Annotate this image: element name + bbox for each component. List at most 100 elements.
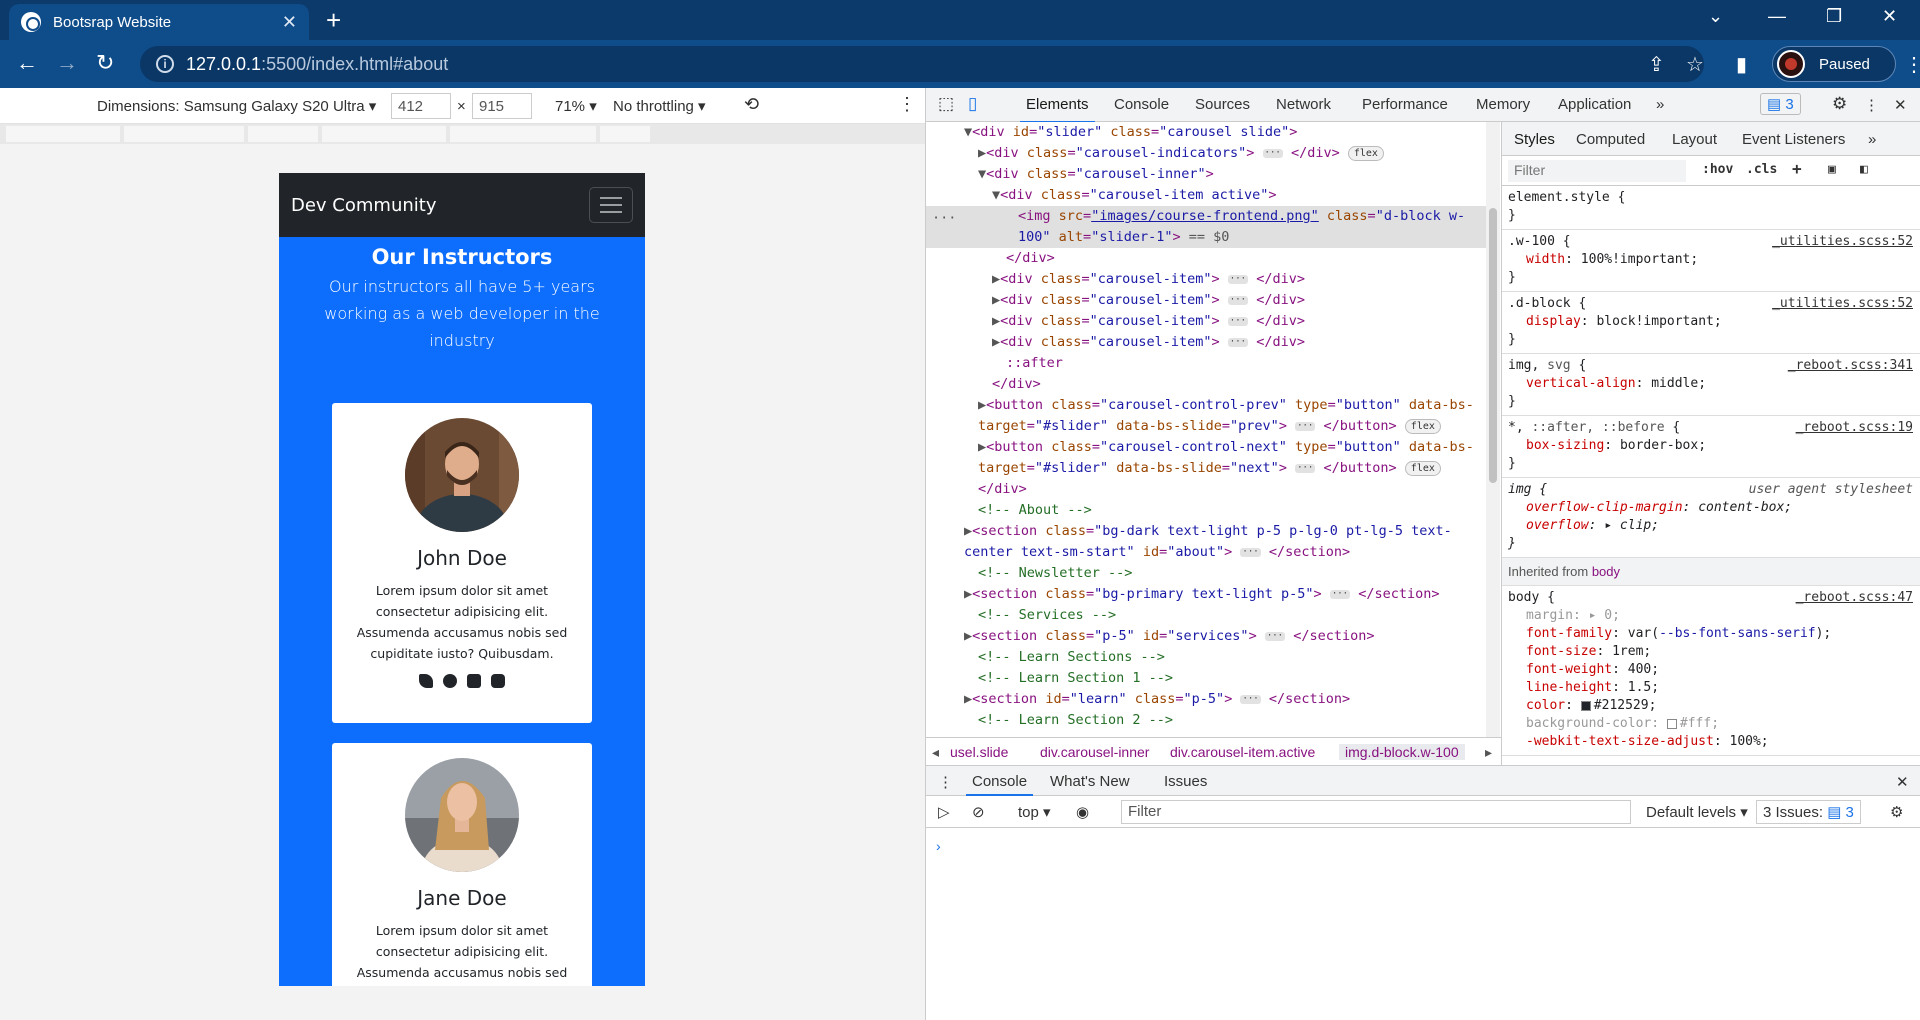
- tab-event-listeners[interactable]: Event Listeners: [1742, 131, 1845, 148]
- elements-scrollbar[interactable]: [1486, 122, 1500, 737]
- styles-filter-input[interactable]: Filter: [1508, 160, 1686, 182]
- style-rule[interactable]: _utilities.scss:52 .d-block {display: blo…: [1502, 292, 1920, 354]
- zoom-select[interactable]: 71% ▾: [555, 97, 597, 115]
- tab-computed[interactable]: Computed: [1576, 131, 1645, 148]
- instagram-icon[interactable]: [491, 674, 505, 688]
- dom-node[interactable]: ▶<button class="carousel-control-prev" t…: [926, 395, 1491, 437]
- forward-icon[interactable]: →: [56, 50, 78, 76]
- live-expression-eye-icon[interactable]: ◉: [1076, 803, 1089, 821]
- throttling-select[interactable]: No throttling ▾: [613, 97, 706, 115]
- dom-comment[interactable]: <!-- Learn Section 2 -->: [926, 710, 1491, 731]
- dom-node[interactable]: ▼<div class="carousel-inner">: [926, 164, 1491, 185]
- dom-comment[interactable]: <!-- About -->: [926, 500, 1491, 521]
- share-icon[interactable]: ⇪: [1648, 52, 1665, 77]
- tab-styles[interactable]: Styles: [1514, 131, 1555, 148]
- dom-node[interactable]: ▶<section class="bg-dark text-light p-5 …: [926, 521, 1491, 563]
- dom-comment[interactable]: <!-- Learn Sections -->: [926, 647, 1491, 668]
- twitter-icon[interactable]: [419, 674, 433, 688]
- tab-whats-new[interactable]: What's New: [1050, 773, 1130, 790]
- settings-gear-icon[interactable]: ⚙: [1832, 94, 1847, 114]
- rule-source[interactable]: _reboot.scss:341: [1788, 357, 1913, 375]
- inherited-from-link[interactable]: body: [1592, 564, 1620, 579]
- reload-icon[interactable]: ↻: [96, 50, 114, 76]
- more-panes-icon[interactable]: »: [1868, 131, 1876, 148]
- facebook-icon[interactable]: [443, 674, 457, 688]
- inspect-element-icon[interactable]: ⬚: [938, 94, 954, 114]
- tab-performance[interactable]: Performance: [1362, 96, 1448, 113]
- browser-tab[interactable]: Bootsrap Website ✕: [9, 4, 309, 40]
- dom-comment[interactable]: <!-- Newsletter -->: [926, 563, 1491, 584]
- breadcrumb-item[interactable]: div.carousel-item.active: [1170, 744, 1315, 760]
- dom-node[interactable]: </div>: [926, 248, 1491, 269]
- rule-source[interactable]: _utilities.scss:52: [1772, 233, 1913, 251]
- menu-kebab-icon[interactable]: ⋮: [1904, 52, 1920, 77]
- hover-state-toggle[interactable]: :hov: [1702, 162, 1733, 177]
- clear-console-icon[interactable]: ⊘: [972, 803, 985, 821]
- bookmark-star-icon[interactable]: ☆: [1686, 52, 1704, 77]
- new-rule-icon[interactable]: +: [1792, 159, 1802, 178]
- close-tab-icon[interactable]: ✕: [282, 12, 297, 33]
- height-input[interactable]: 915: [472, 93, 532, 119]
- tab-network[interactable]: Network: [1276, 96, 1331, 113]
- console-filter-input[interactable]: Filter: [1121, 800, 1631, 824]
- node-actions-icon[interactable]: ···: [932, 210, 956, 226]
- site-info-icon[interactable]: i: [156, 55, 174, 73]
- more-tabs-icon[interactable]: »: [1656, 96, 1664, 113]
- breadcrumb-item-active[interactable]: img.d-block.w-100: [1339, 744, 1465, 760]
- dom-node[interactable]: ▶<div class="carousel-indicators"> ··· <…: [926, 143, 1491, 164]
- dom-node[interactable]: ▶<div class="carousel-item"> ··· </div>: [926, 332, 1491, 353]
- breadcrumb-left-arrow[interactable]: ◂: [932, 744, 939, 761]
- address-bar[interactable]: i 127.0.0.1:5500/index.html#about: [140, 46, 1704, 82]
- restore-button[interactable]: ❐: [1826, 6, 1842, 27]
- dom-node[interactable]: ▶<div class="carousel-item"> ··· </div>: [926, 290, 1491, 311]
- tab-layout[interactable]: Layout: [1672, 131, 1717, 148]
- toggle-sidebar-icon[interactable]: ◧: [1860, 162, 1868, 177]
- issues-badge[interactable]: ▤ 3: [1760, 93, 1801, 115]
- back-icon[interactable]: ←: [16, 50, 38, 76]
- paint-icon[interactable]: ▣: [1828, 162, 1836, 177]
- context-select[interactable]: top ▾: [1018, 803, 1051, 821]
- device-toggle-icon[interactable]: ▯: [968, 94, 977, 114]
- dom-node-selected[interactable]: <img src="images/course-frontend.png" cl…: [926, 206, 1491, 248]
- close-drawer-icon[interactable]: ✕: [1896, 773, 1909, 791]
- style-rule[interactable]: _reboot.scss:47 body { margin: ▸ 0; font-…: [1502, 586, 1920, 756]
- style-rule[interactable]: _reboot.scss:19 *, ::after, ::before {box…: [1502, 416, 1920, 478]
- sidebar-toggle-icon[interactable]: ▷: [938, 803, 950, 821]
- drawer-menu-icon[interactable]: ⋮: [938, 773, 953, 791]
- tab-search-icon[interactable]: ⌄: [1708, 6, 1723, 27]
- tab-application[interactable]: Application: [1558, 96, 1631, 113]
- dom-comment[interactable]: <!-- Services -->: [926, 605, 1491, 626]
- console-settings-icon[interactable]: ⚙: [1890, 803, 1903, 821]
- dom-node[interactable]: ▶<div class="carousel-item"> ··· </div>: [926, 311, 1491, 332]
- media-query-ruler[interactable]: [0, 124, 925, 144]
- dom-node[interactable]: ▶<div class="carousel-item"> ··· </div>: [926, 269, 1491, 290]
- tab-console[interactable]: Console: [1114, 96, 1169, 113]
- breadcrumb-item[interactable]: div.carousel-inner: [1040, 744, 1149, 760]
- style-rule[interactable]: _utilities.scss:52 .w-100 {width: 100%!im…: [1502, 230, 1920, 292]
- dom-node[interactable]: ▶<section class="p-5" id="services"> ···…: [926, 626, 1491, 647]
- class-toggle[interactable]: .cls: [1746, 162, 1777, 177]
- minimize-button[interactable]: —: [1768, 6, 1786, 27]
- dom-node[interactable]: ▼<div class="carousel-item active">: [926, 185, 1491, 206]
- elements-tree[interactable]: ▼<div id="slider" class="carousel slide"…: [926, 122, 1491, 737]
- breadcrumb-right-arrow[interactable]: ▸: [1485, 744, 1492, 761]
- style-rule[interactable]: user agent stylesheet img {overflow-clip-…: [1502, 478, 1920, 558]
- console-issues-button[interactable]: 3 Issues: ▤ 3: [1756, 800, 1861, 824]
- tab-issues[interactable]: Issues: [1164, 773, 1207, 790]
- tab-memory[interactable]: Memory: [1476, 96, 1530, 113]
- tab-elements[interactable]: Elements: [1020, 96, 1095, 123]
- dom-comment[interactable]: <!-- Learn Section 1 -->: [926, 668, 1491, 689]
- dom-node[interactable]: ::after: [926, 353, 1491, 374]
- dom-node[interactable]: </div>: [926, 374, 1491, 395]
- side-panel-icon[interactable]: ▮: [1736, 52, 1747, 77]
- dom-node[interactable]: ▶<button class="carousel-control-next" t…: [926, 437, 1491, 479]
- dom-node[interactable]: ▼<div id="slider" class="carousel slide"…: [926, 122, 1491, 143]
- device-dimensions-select[interactable]: Dimensions: Samsung Galaxy S20 Ultra ▾: [97, 97, 376, 115]
- console-prompt-icon[interactable]: ›: [936, 838, 941, 854]
- tab-console-drawer[interactable]: Console: [965, 773, 1034, 796]
- style-rule[interactable]: element.style {}: [1502, 186, 1920, 230]
- site-brand[interactable]: Dev Community: [291, 195, 437, 216]
- linkedin-icon[interactable]: [467, 674, 481, 688]
- rule-source[interactable]: _reboot.scss:47: [1796, 589, 1913, 607]
- devtools-menu-icon[interactable]: ⋮: [1864, 96, 1879, 114]
